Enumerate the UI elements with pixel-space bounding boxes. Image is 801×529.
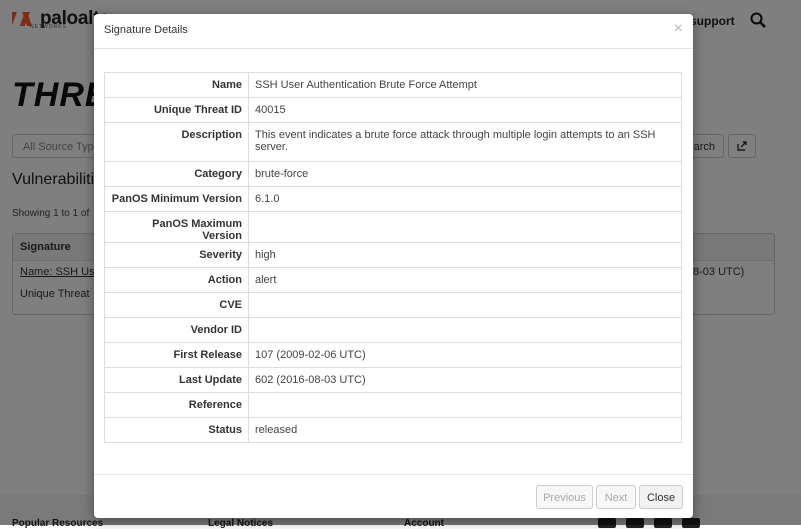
row-value: 40015 xyxy=(248,97,682,123)
row-value: SSH User Authentication Brute Force Atte… xyxy=(248,72,682,98)
row-key: Category xyxy=(104,161,249,187)
table-row: PanOS Maximum Version xyxy=(104,211,682,243)
table-row: Vendor ID xyxy=(104,317,682,343)
row-value: 6.1.0 xyxy=(248,186,682,212)
signature-details-modal: Signature Details × Name SSH User Authent… xyxy=(94,14,693,518)
table-row: Description This event indicates a brute … xyxy=(104,122,682,162)
row-value: high xyxy=(248,242,682,268)
table-row: Unique Threat ID 40015 xyxy=(104,97,682,123)
table-row: Last Update 602 (2016-08-03 UTC) xyxy=(104,367,682,393)
modal-footer: Previous Next Close xyxy=(94,474,693,519)
previous-button[interactable]: Previous xyxy=(536,485,593,509)
table-row: Reference xyxy=(104,392,682,418)
row-value xyxy=(248,211,682,243)
table-row: Severity high xyxy=(104,242,682,268)
row-value: This event indicates a brute force attac… xyxy=(248,122,682,162)
row-key: PanOS Maximum Version xyxy=(104,211,249,243)
row-value xyxy=(248,292,682,318)
row-key: Status xyxy=(104,417,249,443)
row-key: PanOS Minimum Version xyxy=(104,186,249,212)
row-key: Unique Threat ID xyxy=(104,97,249,123)
row-key: Vendor ID xyxy=(104,317,249,343)
row-value xyxy=(248,392,682,418)
row-value: 602 (2016-08-03 UTC) xyxy=(248,367,682,393)
modal-title: Signature Details xyxy=(104,24,188,36)
row-value: 107 (2009-02-06 UTC) xyxy=(248,342,682,368)
row-key: Severity xyxy=(104,242,249,268)
table-row: PanOS Minimum Version 6.1.0 xyxy=(104,186,682,212)
table-row: Name SSH User Authentication Brute Force … xyxy=(104,72,682,98)
row-key: Action xyxy=(104,267,249,293)
close-icon[interactable]: × xyxy=(674,20,683,38)
row-value xyxy=(248,317,682,343)
row-key: Last Update xyxy=(104,367,249,393)
row-value: brute-force xyxy=(248,161,682,187)
row-key: Name xyxy=(104,72,249,98)
row-key: CVE xyxy=(104,292,249,318)
modal-header: Signature Details × xyxy=(94,14,693,49)
row-value: released xyxy=(248,417,682,443)
next-button[interactable]: Next xyxy=(596,485,636,509)
row-key: First Release xyxy=(104,342,249,368)
row-value: alert xyxy=(248,267,682,293)
table-row: Category brute-force xyxy=(104,161,682,187)
table-row: CVE xyxy=(104,292,682,318)
row-key: Reference xyxy=(104,392,249,418)
close-button[interactable]: Close xyxy=(639,485,683,509)
row-key: Description xyxy=(104,122,249,162)
table-row: First Release 107 (2009-02-06 UTC) xyxy=(104,342,682,368)
table-row: Action alert xyxy=(104,267,682,293)
table-row: Status released xyxy=(104,417,682,443)
signature-details-table: Name SSH User Authentication Brute Force … xyxy=(104,72,682,443)
